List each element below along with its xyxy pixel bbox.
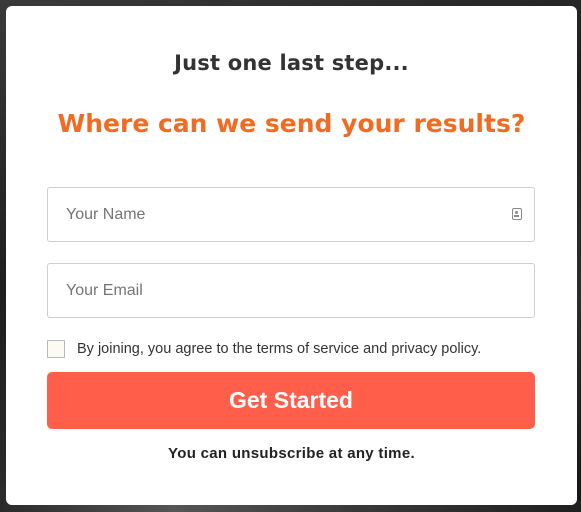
contact-card-icon[interactable] (512, 208, 522, 220)
modal-subtitle: Just one last step... (174, 51, 409, 75)
email-input[interactable] (48, 264, 534, 317)
name-field (47, 187, 535, 242)
signup-modal: Just one last step... Where can we send … (6, 6, 577, 505)
unsubscribe-note: You can unsubscribe at any time. (168, 445, 415, 462)
modal-title: Where can we send your results? (57, 109, 526, 138)
name-input[interactable] (48, 188, 534, 241)
terms-agreement: By joining, you agree to the terms of se… (47, 339, 481, 359)
email-field (47, 263, 535, 318)
terms-checkbox[interactable] (47, 340, 65, 358)
get-started-button[interactable]: Get Started (47, 372, 535, 429)
terms-label: By joining, you agree to the terms of se… (77, 341, 482, 357)
